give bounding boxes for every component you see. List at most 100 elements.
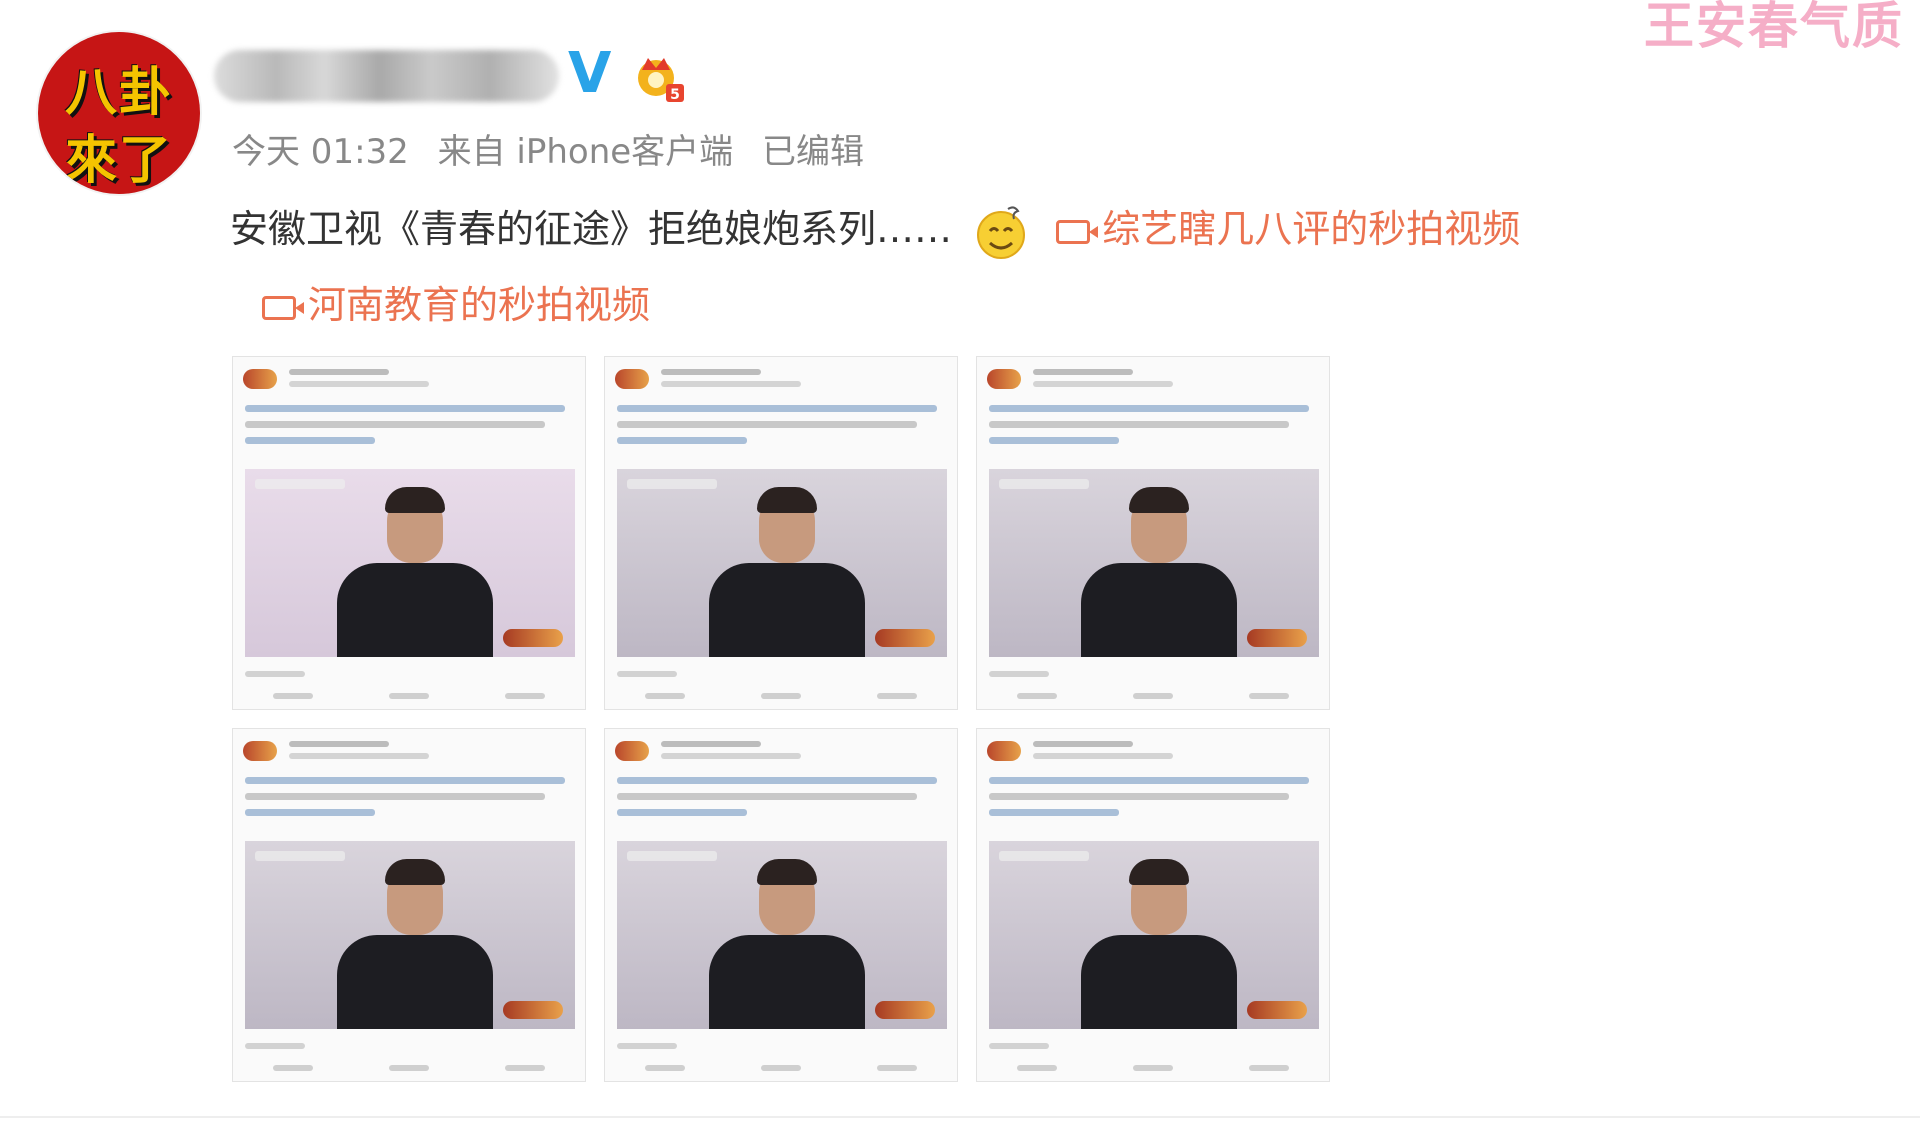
thumb-text-line [617, 793, 917, 800]
image-thumbnail-1[interactable] [232, 356, 586, 710]
thumb-action [273, 693, 313, 699]
thumb-footer-line [617, 1043, 677, 1049]
thumb-hashtag [999, 479, 1089, 489]
image-grid [232, 356, 1338, 1090]
avatar-text-line1: 八卦 [64, 63, 173, 123]
thumb-footer-line [989, 671, 1049, 677]
thumb-hashtag [999, 851, 1089, 861]
image-thumbnail-4[interactable] [232, 728, 586, 1082]
person-body [1081, 563, 1237, 657]
avatar-text-line2: 來了 [64, 131, 173, 191]
thumb-action [389, 693, 429, 699]
thumb-photo [617, 841, 947, 1029]
post-edited-label[interactable]: 已编辑 [762, 132, 864, 172]
post-time[interactable]: 今天 01:32 [232, 132, 409, 172]
post-text: 安徽卫视《青春的征途》拒绝娘炮系列…… [230, 207, 953, 251]
thumb-text-line [245, 421, 545, 428]
thumb-action [761, 1065, 801, 1071]
thumb-action [877, 1065, 917, 1071]
thumb-text-line [617, 777, 937, 784]
thumb-header-line [661, 741, 761, 747]
person-hair [385, 487, 445, 513]
video-link-2-label: 河南教育的秒拍视频 [308, 283, 651, 327]
thumb-photo [245, 841, 575, 1029]
thumb-hashtag [255, 479, 345, 489]
thumb-hashtag [627, 851, 717, 861]
username-blurred[interactable] [214, 50, 559, 102]
watermark-text: 王安春气质 [1644, 0, 1904, 55]
video-camera-icon [262, 295, 304, 320]
thumb-text-line [245, 777, 565, 784]
thumb-text-line [245, 437, 375, 444]
thumb-footer-line [989, 1043, 1049, 1049]
thumb-footer-line [617, 671, 677, 677]
thumb-action [1017, 1065, 1057, 1071]
thumb-header-line [289, 369, 389, 375]
thumb-text-line [617, 809, 747, 816]
video-camera-icon [1056, 219, 1099, 244]
thumb-action [389, 1065, 429, 1071]
thumb-logo-icon [243, 741, 277, 761]
thumb-logo-icon [615, 369, 649, 389]
thumb-action [1249, 693, 1289, 699]
thumb-action [505, 1065, 545, 1071]
avatar[interactable]: 八卦 來了 [38, 32, 200, 194]
person-hair [385, 859, 445, 885]
thumb-text-line [617, 405, 937, 412]
post-body: 安徽卫视《青春的征途》拒绝娘炮系列…… 综艺瞎几八评的秒拍视频 [230, 198, 1520, 261]
person-hair [1129, 859, 1189, 885]
svg-text:5: 5 [670, 87, 680, 103]
thumb-action [877, 693, 917, 699]
thumb-text-line [989, 793, 1289, 800]
verified-v-icon[interactable]: V [568, 46, 618, 102]
dizzy-smile-emoji-icon [977, 205, 1026, 259]
thumb-logo-icon [987, 369, 1021, 389]
image-thumbnail-3[interactable] [976, 356, 1330, 710]
thumb-action [645, 693, 685, 699]
thumb-hashtag [255, 851, 345, 861]
thumb-watermark-logo [503, 1001, 563, 1019]
thumb-photo [617, 469, 947, 657]
image-thumbnail-5[interactable] [604, 728, 958, 1082]
person-body [709, 935, 865, 1029]
thumb-watermark-logo [875, 629, 935, 647]
image-thumbnail-2[interactable] [604, 356, 958, 710]
thumb-text-line [245, 405, 565, 412]
thumb-action [1017, 693, 1057, 699]
thumb-footer-line [245, 1043, 305, 1049]
thumb-logo-icon [615, 741, 649, 761]
thumb-hashtag [627, 479, 717, 489]
thumb-header-line [1033, 753, 1173, 759]
image-thumbnail-6[interactable] [976, 728, 1330, 1082]
person-hair [757, 859, 817, 885]
thumb-text-line [617, 437, 747, 444]
thumb-header-line [289, 753, 429, 759]
person-body [1081, 935, 1237, 1029]
thumb-action [761, 693, 801, 699]
thumb-text-line [989, 405, 1309, 412]
thumb-action [273, 1065, 313, 1071]
person-hair [757, 487, 817, 513]
thumb-header-line [661, 369, 761, 375]
divider [0, 1116, 1920, 1118]
thumb-footer-line [245, 671, 305, 677]
video-link-2[interactable]: 河南教育的秒拍视频 [262, 274, 650, 329]
thumb-header-line [661, 381, 801, 387]
thumb-photo [989, 469, 1319, 657]
video-link-1[interactable]: 综艺瞎几八评的秒拍视频 [1056, 207, 1520, 251]
crown-badge-icon[interactable]: 5 [632, 54, 688, 104]
thumb-action [1133, 693, 1173, 699]
person-body [337, 563, 493, 657]
thumb-action [1249, 1065, 1289, 1071]
thumb-header-line [289, 741, 389, 747]
thumb-header-line [1033, 741, 1133, 747]
thumb-text-line [989, 421, 1289, 428]
person-hair [1129, 487, 1189, 513]
thumb-logo-icon [243, 369, 277, 389]
thumb-header-line [1033, 381, 1173, 387]
thumb-watermark-logo [875, 1001, 935, 1019]
post-meta: 今天 01:32 来自 iPhone客户端 已编辑 [232, 124, 882, 173]
thumb-text-line [245, 793, 545, 800]
thumb-watermark-logo [1247, 629, 1307, 647]
thumb-text-line [989, 437, 1119, 444]
